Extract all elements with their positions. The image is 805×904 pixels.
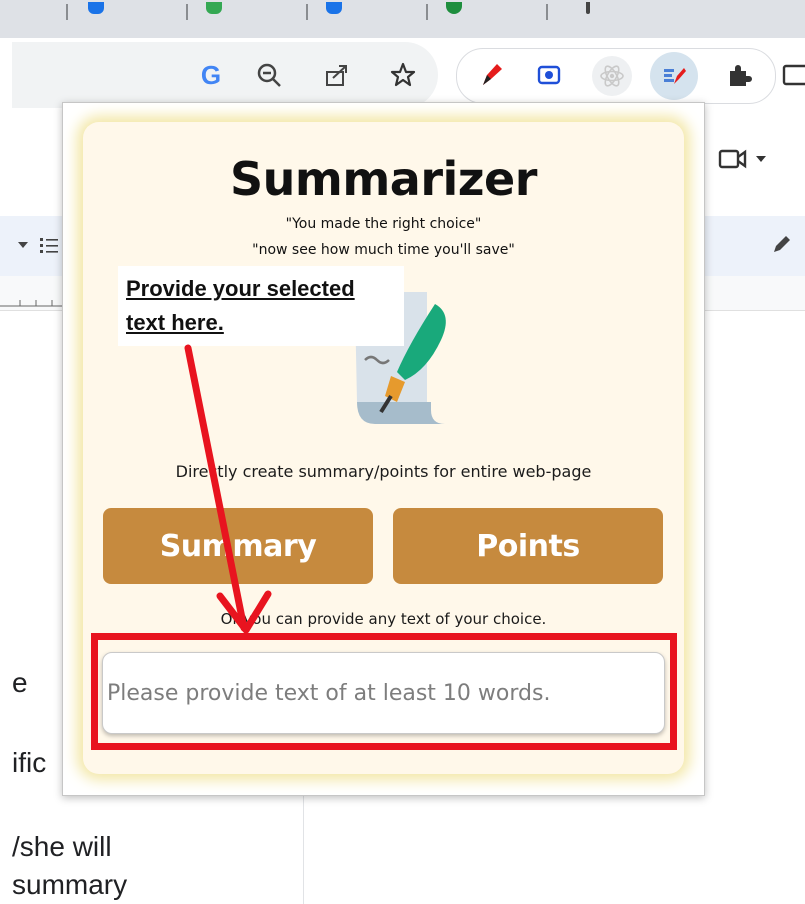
red-pen-extension-icon[interactable] bbox=[474, 58, 508, 92]
react-devtools-extension-icon[interactable] bbox=[592, 56, 632, 96]
google-g-icon[interactable]: G bbox=[194, 58, 228, 92]
tab-favicon[interactable] bbox=[446, 2, 462, 14]
tab-favicon[interactable] bbox=[88, 2, 104, 14]
tab-favicon[interactable] bbox=[586, 2, 590, 14]
checklist-icon[interactable] bbox=[32, 228, 66, 262]
bookmark-star-icon[interactable] bbox=[386, 58, 420, 92]
summary-button[interactable]: Summary bbox=[103, 508, 373, 584]
summarizer-extension-icon[interactable] bbox=[650, 52, 698, 100]
document-text-fragment: /she will bbox=[12, 831, 112, 862]
tab-separator bbox=[426, 4, 428, 20]
screen-capture-extension-icon[interactable] bbox=[532, 58, 566, 92]
direct-summary-label: Directly create summary/points for entir… bbox=[175, 462, 592, 481]
document-text-fragment: summary bbox=[12, 869, 128, 900]
edit-pencil-icon[interactable] bbox=[764, 228, 798, 262]
tab-favicon[interactable] bbox=[206, 2, 222, 14]
tab-separator bbox=[546, 4, 548, 20]
input-highlight-box bbox=[91, 633, 677, 750]
popup-title: Summarizer bbox=[230, 152, 537, 206]
tagline-second: "now see how much time you'll save" bbox=[252, 242, 515, 258]
share-icon[interactable] bbox=[320, 58, 354, 92]
annotation-callout-text: Provide your selected text here. bbox=[126, 276, 355, 335]
extensions-puzzle-icon[interactable] bbox=[722, 58, 756, 92]
meet-video-icon[interactable] bbox=[712, 142, 772, 176]
custom-text-label: Or you can provide any text of your choi… bbox=[220, 610, 547, 628]
annotation-callout: Provide your selected text here. bbox=[118, 266, 404, 346]
tab-strip bbox=[0, 0, 805, 38]
document-text-fragment: e bbox=[12, 667, 28, 698]
tab-separator bbox=[306, 4, 308, 20]
side-panel-icon[interactable] bbox=[780, 58, 805, 92]
tagline-first: "You made the right choice" bbox=[285, 216, 482, 232]
tab-favicon[interactable] bbox=[326, 2, 342, 14]
points-button[interactable]: Points bbox=[393, 508, 663, 584]
zoom-out-icon[interactable] bbox=[252, 58, 286, 92]
tab-separator bbox=[66, 4, 68, 20]
tab-separator bbox=[186, 4, 188, 20]
document-text-fragment: ific bbox=[12, 747, 47, 778]
